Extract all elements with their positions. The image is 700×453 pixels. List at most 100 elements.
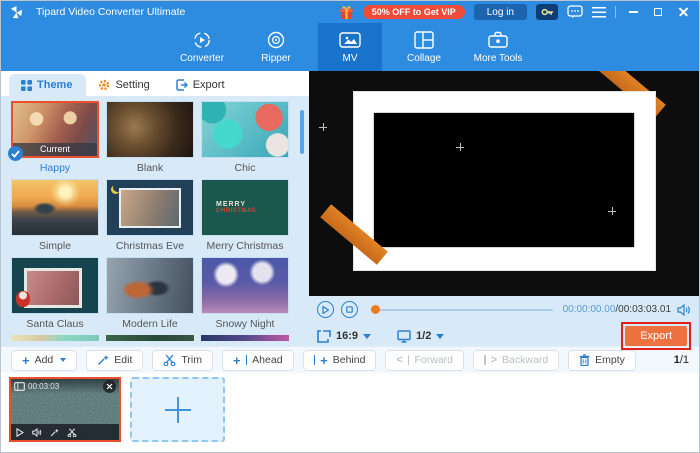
theme-item-chic[interactable]: Chic (201, 101, 289, 175)
seek-handle[interactable] (371, 305, 380, 314)
minimize-button[interactable] (625, 4, 641, 20)
current-theme-badge: Current (13, 143, 97, 156)
clip-edit-icon[interactable] (50, 428, 59, 437)
tab-mv[interactable]: MV (318, 23, 382, 71)
tab-export[interactable]: Export (164, 74, 239, 96)
tab-collage[interactable]: Collage (392, 23, 456, 71)
add-button[interactable]: + Add (11, 349, 78, 371)
login-button[interactable]: Log in (473, 4, 527, 20)
theme-thumbnail[interactable] (106, 179, 194, 236)
video-placeholder (374, 113, 634, 247)
theme-item-merry-christmas[interactable]: MERRY CHRISTMAS Merry Christmas (201, 179, 289, 253)
clip-toolbar: + Add Edit Trim + Ahead + Behind < Forwa… (1, 346, 699, 373)
clip-volume-icon[interactable] (32, 427, 42, 437)
window-title: Tipard Video Converter Ultimate (36, 6, 186, 18)
theme-thumbnail[interactable] (106, 101, 194, 158)
tab-converter[interactable]: Converter (170, 23, 234, 71)
theme-thumbnail[interactable] (106, 257, 194, 314)
gift-icon[interactable] (339, 5, 354, 20)
stop-button[interactable] (341, 301, 358, 318)
seek-slider[interactable] (371, 305, 553, 314)
title-bar: Tipard Video Converter Ultimate 50% OFF … (1, 1, 699, 23)
timeline-clip[interactable]: 00:03:03 (9, 377, 121, 442)
photo-frame (353, 91, 656, 271)
selected-check-icon (8, 146, 23, 161)
tab-more-tools[interactable]: More Tools (466, 23, 530, 71)
main-nav: Converter Ripper MV Collage More Tools (1, 23, 699, 71)
theme-thumbnail-partial[interactable] (11, 335, 99, 341)
remove-clip-button[interactable] (103, 380, 116, 393)
mv-icon (339, 30, 361, 50)
forward-button[interactable]: < Forward (385, 349, 464, 371)
converter-icon (191, 30, 213, 50)
theme-item-simple[interactable]: Simple (11, 179, 99, 253)
maximize-button[interactable] (650, 4, 666, 20)
play-button[interactable] (317, 301, 334, 318)
tab-setting[interactable]: Setting (86, 74, 163, 96)
theme-scrollbar[interactable] (300, 110, 304, 154)
theme-item-snowy-night[interactable]: Snowy Night (201, 257, 289, 331)
aspect-ratio-select[interactable]: 16:9 (317, 329, 372, 343)
theme-item-happy[interactable]: Current Happy (8, 101, 99, 175)
chevron-down-icon (363, 333, 372, 339)
preview-screen-select[interactable]: 1/2 (397, 329, 445, 343)
close-icon (106, 383, 113, 390)
export-icon (175, 79, 188, 91)
theme-panel: Theme Setting Export Current Happy Blank… (1, 71, 309, 346)
plus-icon: + (22, 352, 30, 368)
clip-trim-icon[interactable] (67, 427, 77, 437)
sparkle-icon (456, 143, 464, 151)
theme-item-santa-claus[interactable]: Santa Claus (11, 257, 99, 331)
clip-play-icon[interactable] (16, 427, 24, 437)
theme-item-modern-life[interactable]: Modern Life (106, 257, 194, 331)
preview-canvas[interactable] (309, 71, 699, 296)
scissors-icon (163, 354, 176, 366)
ripper-icon (265, 30, 287, 50)
insert-ahead-icon: + (232, 352, 241, 368)
vip-offer-badge[interactable]: 50% OFF to Get VIP (362, 5, 465, 19)
gear-icon (99, 79, 110, 91)
close-button[interactable] (675, 4, 691, 20)
sparkle-icon (319, 123, 327, 131)
theme-thumbnail[interactable]: Current (11, 101, 99, 158)
theme-thumbnail[interactable] (201, 101, 289, 158)
plus-icon (164, 396, 191, 423)
app-logo-icon (10, 5, 23, 18)
theme-thumbnail[interactable]: MERRY CHRISTMAS (201, 179, 289, 236)
tab-theme[interactable]: Theme (9, 74, 87, 96)
behind-button[interactable]: + Behind (302, 349, 377, 371)
menu-icon[interactable] (592, 6, 606, 18)
clip-page-indicator: 1/1 (673, 354, 689, 366)
theme-row-partial (11, 335, 303, 341)
chevron-down-icon (436, 333, 445, 339)
register-key-button[interactable] (536, 4, 558, 20)
export-button[interactable]: Export (625, 326, 687, 346)
backward-button[interactable]: > Backward (472, 349, 560, 371)
volume-icon[interactable] (677, 303, 691, 316)
magic-wand-icon (98, 355, 109, 366)
play-icon (322, 305, 329, 314)
theme-thumbnail-partial[interactable] (106, 335, 194, 341)
theme-thumbnail[interactable] (11, 257, 99, 314)
time-display: 00:00:00.00/00:03:03.01 (562, 304, 671, 315)
add-clip-dropzone[interactable] (130, 377, 225, 442)
export-highlight-annotation: Export (621, 322, 691, 350)
tab-ripper[interactable]: Ripper (244, 23, 308, 71)
key-icon (541, 8, 553, 16)
ahead-button[interactable]: + Ahead (221, 349, 294, 371)
theme-thumbnail-partial[interactable] (201, 335, 289, 341)
player-controls: 00:00:00.00/00:03:03.01 16:9 1/2 Export (309, 296, 699, 350)
theme-grid-icon (21, 79, 32, 91)
film-icon (14, 382, 25, 391)
feedback-icon[interactable] (567, 5, 583, 19)
theme-thumbnail[interactable] (201, 257, 289, 314)
theme-item-christmas-eve[interactable]: Christmas Eve (106, 179, 194, 253)
clip-timeline: 00:03:03 (1, 373, 699, 452)
empty-button[interactable]: Empty (568, 349, 636, 371)
theme-thumbnail[interactable] (11, 179, 99, 236)
trim-button[interactable]: Trim (152, 349, 213, 371)
edit-button[interactable]: Edit (86, 349, 144, 371)
trash-icon (579, 354, 590, 366)
theme-item-blank[interactable]: Blank (106, 101, 194, 175)
sparkle-icon (608, 207, 616, 215)
